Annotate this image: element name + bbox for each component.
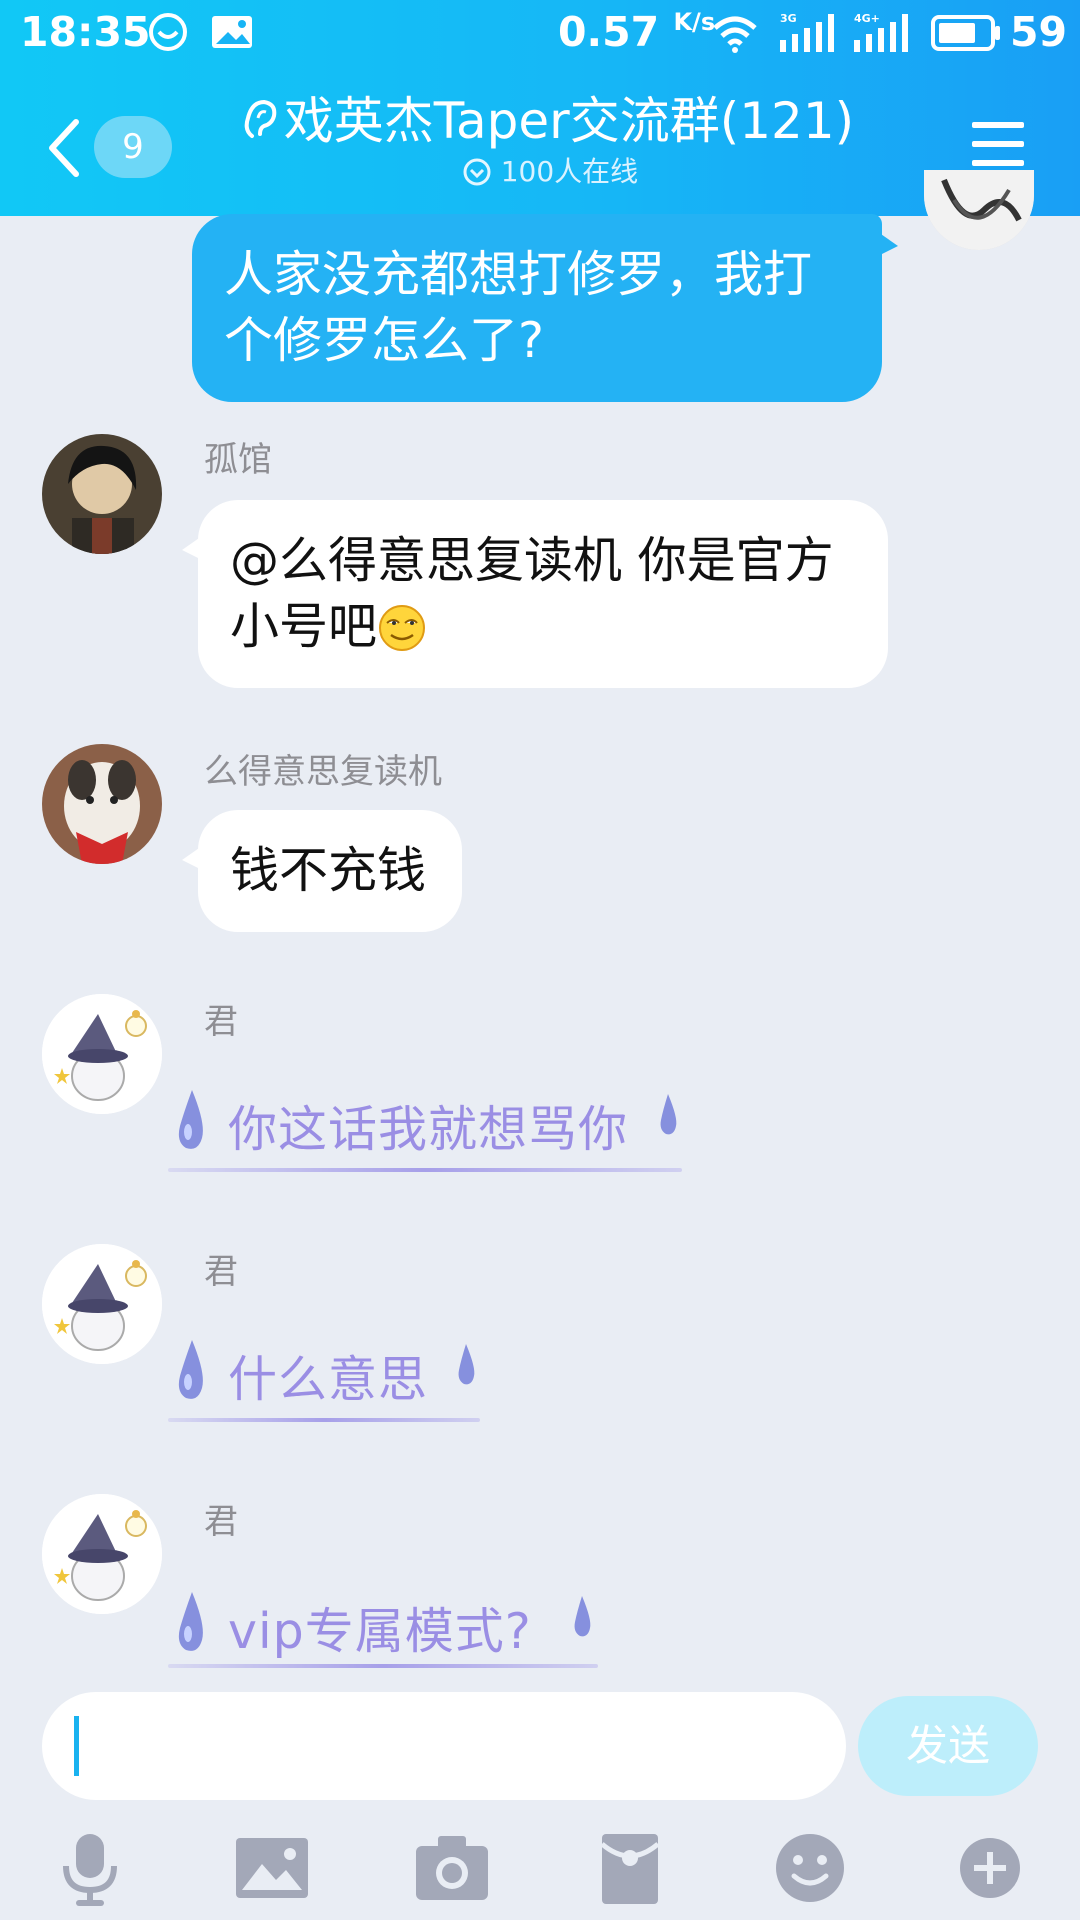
sender-name: 孤馆 [204,440,272,480]
message-text-line: 人家没充都想打修罗，我打 [224,246,813,303]
signal-3g-label: 3G [780,12,797,25]
notification-app-icon [149,13,187,51]
unread-badge: 9 [94,116,172,178]
text-caret [74,1716,79,1776]
signal-4g-label: 4G+ [854,12,880,25]
top-bar: 18:35 0.57 K/s 3G 4G+ 59 9 戏英杰Taper交流群(1… [0,0,1080,216]
water-drop-icon [178,1592,203,1651]
signal-4g-icon: 4G+ [854,12,908,52]
message-input[interactable] [42,1692,846,1800]
net-speed-value: 0.57 [558,8,660,56]
hamburger-menu-icon [972,122,1024,166]
online-count: 100人在线 [500,155,639,188]
avatar-image [42,1244,162,1364]
message-text-line: 个修罗怎么了? [224,312,545,369]
chat-title-area[interactable]: 戏英杰Taper交流群(121) 100人在线 [230,90,870,210]
status-time: 18:35 [20,8,151,56]
sender-name: 君 [204,1002,238,1042]
image-icon[interactable] [232,1828,312,1908]
avatar-image [42,744,162,864]
message-text-line: 小号吧 [230,594,852,660]
message-bubble-mine[interactable]: 人家没充都想打修罗，我打 个修罗怎么了? [192,214,898,402]
fancy-bubble-underline [168,1664,598,1668]
chevron-left-icon [49,119,79,177]
avatar-image [42,994,162,1114]
water-drop-icon [574,1596,591,1637]
smirk-emoji-icon [379,605,426,651]
fancy-message-text[interactable]: vip专属模式? [228,1592,532,1663]
avatar-jun[interactable] [42,1494,162,1614]
sender-name: 君 [204,1252,238,1292]
menu-button[interactable] [968,114,1028,174]
chat-title: 戏英杰Taper交流群(121) [283,92,855,150]
water-drop-icon [660,1094,677,1135]
avatar-image [42,434,162,554]
sender-name: 君 [204,1502,238,1542]
net-speed-unit: K/s [673,8,716,36]
fancy-message-text[interactable]: 你这话我就想骂你 [228,1090,628,1161]
battery-icon [931,15,1000,51]
emoji-icon[interactable] [770,1828,850,1908]
message-text-fragment: 小号吧 [230,598,378,655]
water-drop-icon [178,1340,203,1399]
wifi-icon [713,16,757,53]
check-circle-icon [463,158,491,186]
red-packet-icon[interactable] [590,1828,670,1908]
notification-gallery-icon [212,16,252,48]
online-status: 100人在线 [230,152,870,192]
plus-icon[interactable] [950,1828,1030,1908]
my-avatar[interactable] [924,170,1034,250]
avatar-jun[interactable] [42,1244,162,1364]
camera-icon[interactable] [412,1828,492,1908]
water-drop-icon [178,1090,203,1149]
microphone-icon[interactable] [50,1828,130,1908]
net-speed: 0.57 K/s [558,8,715,56]
message-text-line: @么得意思复读机 你是官方 [230,532,834,589]
fancy-bubble-underline [168,1418,480,1422]
avatar-guguan[interactable] [42,434,162,554]
back-button[interactable]: 9 [44,108,174,188]
avatar-fuduji[interactable] [42,744,162,864]
earpiece-mode-icon [244,99,277,138]
avatar-image [924,170,1034,250]
message-bubble[interactable]: 钱不充钱 [181,810,463,932]
avatar-jun[interactable] [42,994,162,1114]
signal-3g-icon: 3G [780,12,834,52]
message-bubble[interactable]: @么得意思复读机 你是官方 小号吧 [182,500,888,688]
battery-percent: 59 [1010,8,1068,56]
sender-name: 么得意思复读机 [204,752,442,792]
avatar-image [42,1494,162,1614]
status-bar: 18:35 0.57 K/s 3G 4G+ 59 [0,0,1080,66]
fancy-bubble-underline [168,1168,682,1172]
message-text: 钱不充钱 [230,842,427,899]
water-drop-icon [458,1344,475,1385]
send-button[interactable]: 发送 [858,1696,1038,1796]
nav-row: 9 戏英杰Taper交流群(121) 100人在线 [0,90,1080,210]
fancy-message-text[interactable]: 什么意思 [228,1340,428,1411]
